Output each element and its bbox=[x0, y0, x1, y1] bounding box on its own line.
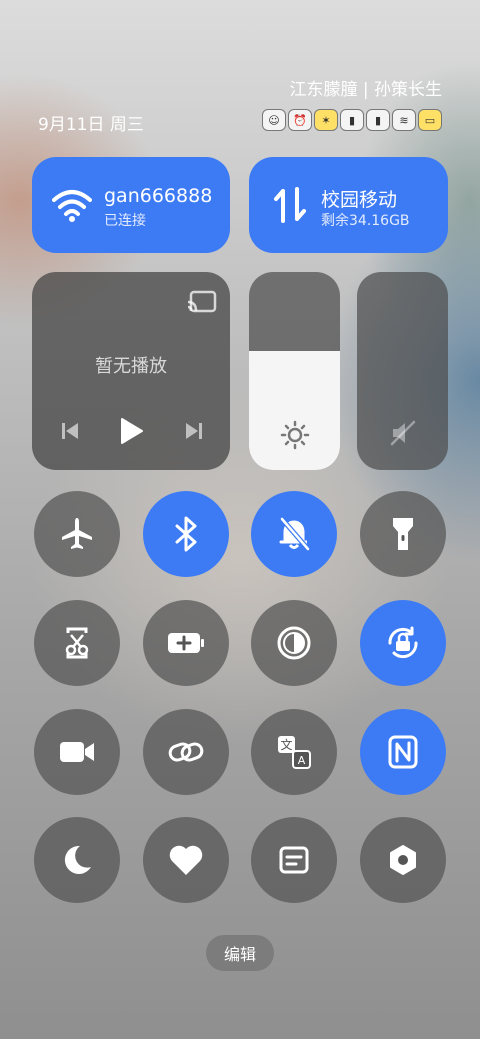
status-icon-strip: ☺ ⏰ ✶ ▮ ▮ ≋ ▭ bbox=[262, 108, 442, 132]
signal-icon: ▮ bbox=[366, 109, 390, 131]
link-share-toggle[interactable] bbox=[143, 709, 229, 795]
previous-track-icon[interactable] bbox=[60, 421, 80, 441]
contrast-icon bbox=[277, 626, 311, 660]
date-label: 9月11日 周三 bbox=[38, 115, 144, 135]
wifi-status: 已连接 bbox=[104, 213, 146, 229]
wifi-name: gan666888 bbox=[104, 185, 213, 207]
play-icon[interactable] bbox=[120, 417, 144, 445]
next-track-icon[interactable] bbox=[184, 421, 204, 441]
airplane-icon bbox=[62, 518, 92, 549]
volume-slider[interactable] bbox=[357, 272, 448, 470]
dark-mode-toggle[interactable] bbox=[251, 600, 337, 686]
media-player-tile[interactable]: 暂无播放 bbox=[32, 272, 230, 470]
media-empty-label: 暂无播放 bbox=[95, 356, 167, 377]
brightness-fill bbox=[249, 351, 340, 470]
svg-text:A: A bbox=[298, 754, 306, 767]
brightness-slider[interactable] bbox=[249, 272, 340, 470]
sticker-icon: ☺ bbox=[262, 109, 286, 131]
status-top-text: 江东朦朣 | 孙策长生 bbox=[289, 80, 442, 100]
translate-toggle[interactable]: 文 A bbox=[251, 709, 337, 795]
volume-mute-icon bbox=[390, 420, 416, 446]
bluetooth-icon bbox=[175, 516, 197, 552]
settings-toggle[interactable] bbox=[360, 817, 446, 903]
silent-mode-toggle[interactable] bbox=[251, 491, 337, 577]
video-camera-icon bbox=[60, 742, 94, 762]
do-not-disturb-toggle[interactable] bbox=[34, 817, 120, 903]
bell-off-icon bbox=[279, 517, 310, 551]
moon-icon bbox=[64, 845, 91, 874]
heart-icon bbox=[169, 845, 203, 875]
data-plan-name: 校园移动 bbox=[321, 189, 398, 211]
cast-icon[interactable] bbox=[187, 290, 217, 314]
health-toggle[interactable] bbox=[143, 817, 229, 903]
svg-text:文: 文 bbox=[280, 737, 292, 752]
flashlight-toggle[interactable] bbox=[360, 491, 446, 577]
hexagon-settings-icon bbox=[390, 845, 416, 875]
mobile-data-tile[interactable]: 校园移动 剩余34.16GB bbox=[249, 157, 448, 253]
airplane-mode-toggle[interactable] bbox=[34, 491, 120, 577]
alarm-icon: ⏰ bbox=[288, 109, 312, 131]
battery-plus-icon bbox=[168, 633, 204, 653]
translate-icon: 文 A bbox=[278, 736, 311, 769]
battery-saver-toggle[interactable] bbox=[143, 600, 229, 686]
sticker-icon: ✶ bbox=[314, 109, 338, 131]
data-remaining: 剩余34.16GB bbox=[321, 213, 410, 229]
link-icon bbox=[168, 742, 204, 762]
screenshot-scissors-icon bbox=[65, 627, 89, 659]
notes-icon bbox=[279, 846, 309, 874]
screen-record-toggle[interactable] bbox=[34, 709, 120, 795]
nfc-toggle[interactable] bbox=[360, 709, 446, 795]
rotation-lock-icon bbox=[388, 626, 418, 659]
notes-toggle[interactable] bbox=[251, 817, 337, 903]
nfc-icon bbox=[388, 735, 418, 769]
signal-icon: ▮ bbox=[340, 109, 364, 131]
screenshot-toggle[interactable] bbox=[34, 600, 120, 686]
wifi-icon bbox=[52, 190, 92, 222]
bluetooth-toggle[interactable] bbox=[143, 491, 229, 577]
auto-rotate-lock-toggle[interactable] bbox=[360, 600, 446, 686]
mobile-data-icon bbox=[274, 187, 306, 223]
battery-icon: ▭ bbox=[418, 109, 442, 131]
brightness-icon bbox=[280, 420, 310, 450]
edit-button[interactable]: 编辑 bbox=[206, 935, 274, 971]
flashlight-icon bbox=[393, 518, 413, 550]
wifi-tile[interactable]: gan666888 已连接 bbox=[32, 157, 230, 253]
wifi-status-icon: ≋ bbox=[392, 109, 416, 131]
